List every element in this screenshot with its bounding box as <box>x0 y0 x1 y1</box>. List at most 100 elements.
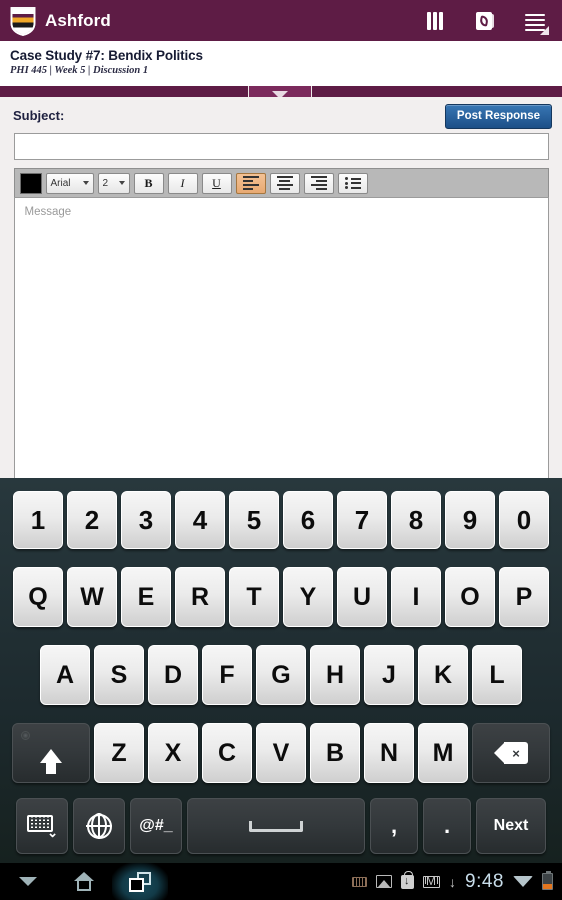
key-9[interactable]: 9 <box>445 491 495 549</box>
key-r[interactable]: R <box>175 567 225 627</box>
key-b[interactable]: B <box>310 723 360 783</box>
subject-label: Subject: <box>13 108 65 123</box>
key-1[interactable]: 1 <box>13 491 63 549</box>
key-h[interactable]: H <box>310 645 360 705</box>
key-l[interactable]: L <box>472 645 522 705</box>
back-button[interactable] <box>0 863 56 900</box>
align-center-button[interactable] <box>269 172 300 194</box>
key-q[interactable]: Q <box>13 567 63 627</box>
period-key[interactable]: . <box>423 798 471 854</box>
shift-key[interactable] <box>12 723 90 783</box>
bullet-list-button[interactable] <box>337 172 368 194</box>
key-f[interactable]: F <box>202 645 252 705</box>
rich-text-editor: Arial 2 B I U Message <box>13 168 549 485</box>
keyboard-row-zxcv: Z X C V B N M × <box>0 714 562 792</box>
space-icon <box>249 820 303 832</box>
backspace-icon: × <box>494 742 528 764</box>
key-s[interactable]: S <box>94 645 144 705</box>
keyboard-row-numbers: 1 2 3 4 5 6 7 8 9 0 <box>0 482 562 558</box>
recents-icon <box>129 871 151 892</box>
library-books-icon[interactable] <box>424 9 446 33</box>
align-center-icon <box>276 176 293 190</box>
key-p[interactable]: P <box>499 567 549 627</box>
wifi-icon <box>513 876 533 887</box>
key-y[interactable]: Y <box>283 567 333 627</box>
post-response-button[interactable]: Post Response <box>444 104 552 129</box>
keyboard-row-function: ⌄ @#_ , . Next <box>0 792 562 860</box>
clock-time: 9:48 <box>465 870 504 892</box>
key-o[interactable]: O <box>445 567 495 627</box>
font-family-select[interactable]: Arial <box>45 172 94 194</box>
key-d[interactable]: D <box>148 645 198 705</box>
font-size-select[interactable]: 2 <box>97 172 130 194</box>
home-button[interactable] <box>56 863 112 900</box>
status-tray: ↓ 9:48 <box>352 870 562 893</box>
compose-panel: Subject: Post Response Arial 2 B I U Mes… <box>0 97 562 485</box>
ashford-shield-logo <box>10 6 36 36</box>
chevron-down-icon <box>118 181 125 185</box>
message-input[interactable]: Message <box>13 197 549 485</box>
key-0[interactable]: 0 <box>499 491 549 549</box>
key-2[interactable]: 2 <box>67 491 117 549</box>
key-e[interactable]: E <box>121 567 171 627</box>
brand-area[interactable]: Ashford <box>0 6 111 36</box>
key-6[interactable]: 6 <box>283 491 333 549</box>
chevron-down-icon <box>19 877 37 886</box>
key-v[interactable]: V <box>256 723 306 783</box>
key-z[interactable]: Z <box>94 723 144 783</box>
globe-icon <box>86 813 112 839</box>
compose-header: Subject: Post Response <box>0 97 562 133</box>
key-7[interactable]: 7 <box>337 491 387 549</box>
key-8[interactable]: 8 <box>391 491 441 549</box>
subject-input[interactable] <box>13 133 549 160</box>
hide-keyboard-key[interactable]: ⌄ <box>16 798 68 854</box>
text-color-swatch[interactable] <box>19 172 42 194</box>
comma-key[interactable]: , <box>370 798 418 854</box>
chevron-down-icon <box>82 181 89 185</box>
hamburger-menu-icon[interactable] <box>524 9 549 35</box>
key-x[interactable]: X <box>148 723 198 783</box>
backspace-key[interactable]: × <box>472 723 550 783</box>
key-k[interactable]: K <box>418 645 468 705</box>
page-title-block: Case Study #7: Bendix Politics PHI 445 |… <box>0 41 562 86</box>
key-4[interactable]: 4 <box>175 491 225 549</box>
align-right-button[interactable] <box>303 172 334 194</box>
screenshot-image-icon <box>376 875 393 888</box>
next-key[interactable]: Next <box>476 798 546 854</box>
keyboard-active-icon <box>352 876 368 887</box>
gmail-icon <box>423 874 441 888</box>
recents-button[interactable] <box>112 863 168 900</box>
key-5[interactable]: 5 <box>229 491 279 549</box>
key-i[interactable]: I <box>391 567 441 627</box>
onscreen-keyboard: 1 2 3 4 5 6 7 8 9 0 Q W E R T Y U I O P … <box>0 478 562 863</box>
bullet-list-icon <box>344 176 361 191</box>
shift-icon <box>40 749 62 774</box>
page-title: Case Study #7: Bendix Politics <box>10 48 203 63</box>
key-j[interactable]: J <box>364 645 414 705</box>
download-icon: ↓ <box>449 873 457 890</box>
key-c[interactable]: C <box>202 723 252 783</box>
hide-keyboard-icon: ⌄ <box>27 815 58 839</box>
language-switch-key[interactable] <box>73 798 125 854</box>
align-left-button[interactable] <box>235 172 266 194</box>
shift-led-indicator <box>21 731 30 740</box>
symbols-key[interactable]: @#_ <box>130 798 182 854</box>
play-store-download-icon <box>401 870 415 889</box>
key-m[interactable]: M <box>418 723 468 783</box>
key-a[interactable]: A <box>40 645 90 705</box>
course-breadcrumb: PHI 445 | Week 5 | Discussion 1 <box>10 65 149 76</box>
underline-button[interactable]: U <box>201 172 232 194</box>
key-n[interactable]: N <box>364 723 414 783</box>
space-key[interactable] <box>187 798 365 854</box>
key-g[interactable]: G <box>256 645 306 705</box>
align-right-icon <box>310 176 327 190</box>
contact-phone-icon[interactable] <box>474 9 496 33</box>
key-u[interactable]: U <box>337 567 387 627</box>
bold-button[interactable]: B <box>133 172 164 194</box>
key-3[interactable]: 3 <box>121 491 171 549</box>
italic-button[interactable]: I <box>167 172 198 194</box>
key-t[interactable]: T <box>229 567 279 627</box>
key-w[interactable]: W <box>67 567 117 627</box>
align-left-icon <box>242 176 259 190</box>
editor-toolbar: Arial 2 B I U <box>13 168 549 197</box>
